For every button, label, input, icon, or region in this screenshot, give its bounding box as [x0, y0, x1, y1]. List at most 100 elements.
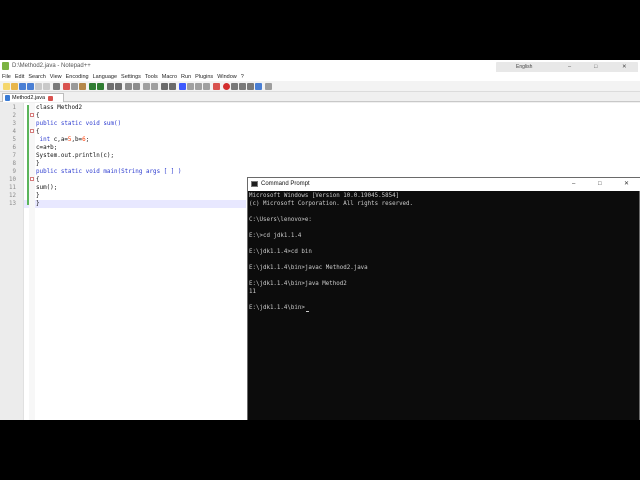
replace-icon[interactable] — [115, 83, 122, 90]
line-number: 7 — [12, 153, 17, 159]
sync-scroll-icon[interactable] — [143, 83, 150, 90]
notepad-app-icon — [2, 62, 9, 70]
menu-search[interactable]: Search — [28, 74, 45, 80]
menu-edit[interactable]: Edit — [15, 74, 24, 80]
code-line: } — [36, 201, 40, 207]
console-prompt: E:\jdk1.1.4\bin> — [249, 305, 305, 311]
new-file-icon[interactable] — [3, 83, 10, 90]
code-line: { — [36, 177, 40, 183]
console-line: E:\jdk1.1.4\bin>java Method2 — [249, 281, 347, 287]
menu-macro[interactable]: Macro — [162, 74, 177, 80]
code-line: { — [36, 129, 40, 135]
line-number: 11 — [9, 185, 16, 191]
run-macro-multiple-icon[interactable] — [247, 83, 254, 90]
wrap-icon[interactable] — [151, 83, 158, 90]
copy-icon[interactable] — [71, 83, 78, 90]
desktop-screen: D:\Method2.java - Notepad++ English – □ … — [0, 60, 640, 420]
undo-icon[interactable] — [89, 83, 96, 90]
menu-run[interactable]: Run — [181, 74, 191, 80]
close-all-icon[interactable] — [43, 83, 50, 90]
zoom-in-icon[interactable] — [125, 83, 132, 90]
fold-toggle-icon[interactable] — [30, 129, 34, 133]
tab-label: Method2.java — [12, 95, 46, 101]
save-all-icon[interactable] — [27, 83, 34, 90]
show-all-chars-icon[interactable] — [161, 83, 168, 90]
window-title: D:\Method2.java - Notepad++ — [12, 63, 91, 69]
console-line: E:\jdk1.1.4\bin>javac Method2.java — [249, 265, 368, 271]
fold-toggle-icon[interactable] — [30, 113, 34, 117]
save-icon[interactable] — [19, 83, 26, 90]
console-line: C:\Users\lenovo>e: — [249, 217, 312, 223]
save-macro-icon[interactable] — [255, 83, 262, 90]
menu-tools[interactable]: Tools — [145, 74, 158, 80]
tab-close-icon[interactable] — [48, 95, 54, 101]
file-icon — [5, 95, 10, 101]
console-output[interactable]: Microsoft Windows [Version 10.0.19045.58… — [248, 191, 640, 420]
line-number: 12 — [9, 193, 16, 199]
line-number: 2 — [12, 113, 17, 119]
line-number: 6 — [12, 145, 17, 151]
zoom-out-icon[interactable] — [133, 83, 140, 90]
code-line: int c,a=5,b=6; — [39, 137, 90, 143]
menu-bar: File Edit Search View Encoding Language … — [0, 72, 640, 81]
folder-workspace-icon[interactable] — [203, 83, 210, 90]
console-line: E:\>cd jdk1.1.4 — [249, 233, 302, 239]
tab-method2[interactable]: Method2.java — [2, 93, 64, 102]
maximize-button[interactable]: □ — [594, 64, 597, 70]
toolbar — [0, 81, 640, 92]
console-line: 11 — [249, 289, 256, 295]
menu-window[interactable]: Window — [217, 74, 237, 80]
paste-icon[interactable] — [79, 83, 86, 90]
print-icon[interactable] — [53, 83, 60, 90]
language-icon[interactable] — [179, 83, 186, 90]
menu-encoding[interactable]: Encoding — [66, 74, 89, 80]
cmd-close-button[interactable]: ✕ — [624, 181, 629, 188]
find-icon[interactable] — [107, 83, 114, 90]
play-macro-icon[interactable] — [239, 83, 246, 90]
console-line: E:\jdk1.1.4>cd bin — [249, 249, 312, 255]
code-line: } — [36, 161, 40, 167]
minimize-button[interactable]: – — [568, 64, 571, 70]
doc-map-icon[interactable] — [187, 83, 194, 90]
cut-icon[interactable] — [63, 83, 70, 90]
line-number-gutter: 1 2 3 4 5 6 7 8 9 10 11 12 13 — [0, 103, 24, 420]
close-file-icon[interactable] — [35, 83, 42, 90]
cmd-maximize-button[interactable]: □ — [598, 181, 602, 188]
spell-check-icon[interactable] — [265, 83, 272, 90]
code-line: } — [36, 193, 40, 199]
menu-view[interactable]: View — [50, 74, 62, 80]
code-line: sum(); — [36, 185, 58, 191]
menu-language[interactable]: Language — [93, 74, 117, 80]
tab-bar: Method2.java — [0, 92, 640, 102]
indent-guide-icon[interactable] — [169, 83, 176, 90]
menu-help[interactable]: ? — [241, 74, 244, 80]
open-file-icon[interactable] — [11, 83, 18, 90]
cmd-titlebar[interactable]: Command Prompt – □ ✕ — [248, 178, 640, 191]
language-indicator: English — [516, 64, 533, 70]
code-line: public static void main(String args [ ] … — [36, 169, 182, 175]
code-line: c=a+b; — [36, 145, 58, 151]
line-number: 9 — [12, 169, 17, 175]
line-number: 13 — [9, 201, 16, 207]
close-button[interactable]: ✕ — [622, 64, 627, 70]
menu-settings[interactable]: Settings — [121, 74, 141, 80]
code-line: { — [36, 113, 40, 119]
code-line: public static void sum() — [36, 121, 122, 127]
cmd-title: Command Prompt — [261, 181, 310, 187]
menu-file[interactable]: File — [2, 74, 11, 80]
cmd-minimize-button[interactable]: – — [572, 181, 575, 188]
stop-macro-icon[interactable] — [231, 83, 238, 90]
command-prompt-window[interactable]: Command Prompt – □ ✕ Microsoft Windows [… — [247, 177, 640, 420]
line-number: 10 — [9, 177, 16, 183]
fold-toggle-icon[interactable] — [30, 177, 34, 181]
function-list-icon[interactable] — [195, 83, 202, 90]
record-macro-icon[interactable] — [223, 83, 230, 90]
console-line: Microsoft Windows [Version 10.0.19045.58… — [249, 193, 400, 199]
console-prompt-line: E:\jdk1.1.4\bin> — [249, 304, 309, 312]
menu-plugins[interactable]: Plugins — [195, 74, 213, 80]
monitoring-icon[interactable] — [213, 83, 220, 90]
redo-icon[interactable] — [97, 83, 104, 90]
line-number: 4 — [12, 129, 17, 135]
terminal-icon — [251, 181, 258, 187]
console-line: (c) Microsoft Corporation. All rights re… — [249, 201, 414, 207]
